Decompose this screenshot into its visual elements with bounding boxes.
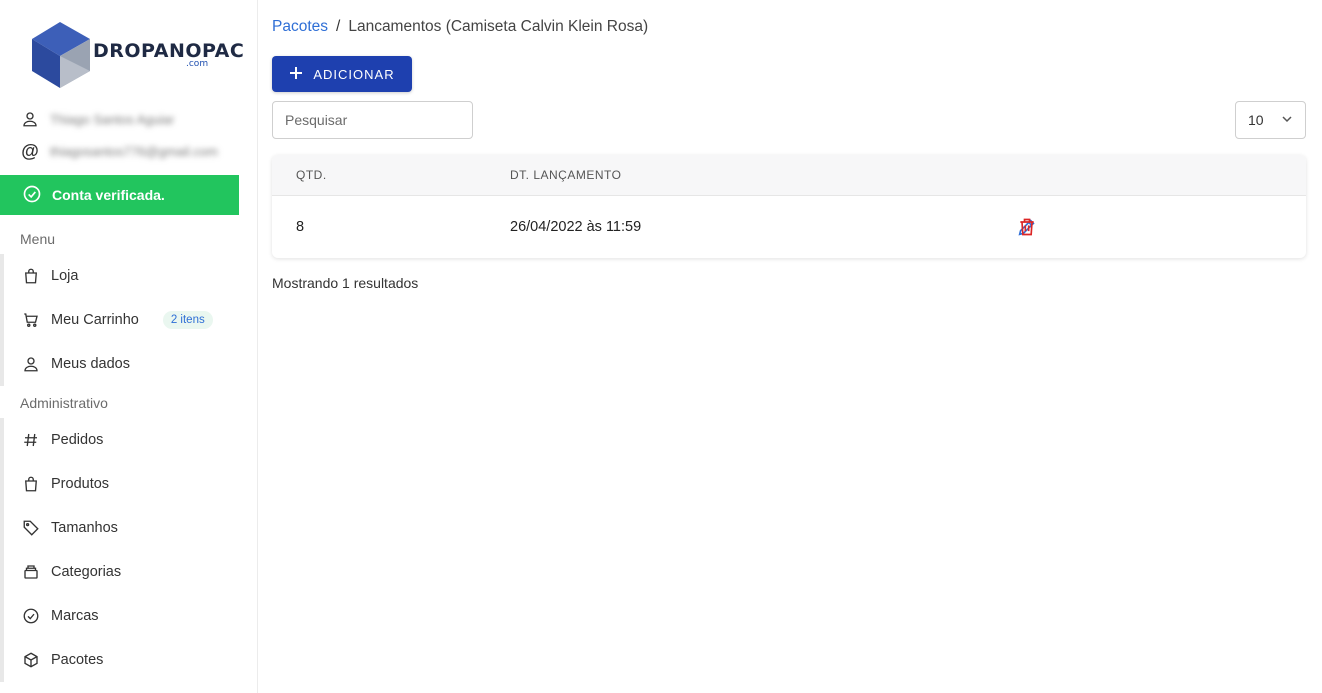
trash-icon: [1020, 218, 1034, 236]
sidebar-item-meus-dados[interactable]: Meus dados: [4, 342, 258, 386]
sidebar-item-label: Marcas: [51, 608, 99, 624]
delete-button[interactable]: [1015, 215, 1039, 239]
logo-subtext: .com: [186, 59, 209, 69]
shopping-bag-icon: [21, 474, 41, 494]
sidebar-item-pedidos[interactable]: Pedidos: [4, 418, 258, 462]
per-page-value: 10: [1248, 112, 1264, 128]
user-email-line: @ thiagosantos776@gmail.com: [20, 140, 245, 162]
archive-icon: [21, 562, 41, 582]
launches-table: QTD. DT. LANÇAMENTO 8 26/04/2022 às 11:5…: [272, 155, 1306, 258]
sidebar-item-label: Pacotes: [51, 652, 104, 668]
table-header: QTD. DT. LANÇAMENTO: [272, 155, 1306, 196]
user-icon: [21, 354, 41, 374]
sidebar-item-label: Meus dados: [51, 356, 130, 372]
user-email: thiagosantos776@gmail.com: [50, 143, 218, 159]
sidebar-item-label: Tamanhos: [51, 520, 118, 536]
admin-section-title: Administrativo: [20, 395, 108, 411]
check-badge-icon: [21, 606, 41, 626]
breadcrumb-link-pacotes[interactable]: Pacotes: [272, 18, 328, 36]
sidebar-item-label: Produtos: [51, 476, 110, 492]
at-icon: @: [21, 141, 39, 161]
add-button-label: ADICIONAR: [313, 66, 395, 82]
cart-icon: [21, 310, 41, 330]
column-header-qtd: QTD.: [296, 168, 327, 182]
main-content: Pacotes / Lancamentos (Camiseta Calvin K…: [258, 0, 1322, 693]
check-circle-icon: [22, 184, 42, 207]
sidebar-item-label: Loja: [51, 268, 79, 284]
cell-date: 26/04/2022 às 11:59: [510, 219, 642, 235]
shopping-bag-icon: [21, 266, 41, 286]
breadcrumb-separator: /: [336, 18, 341, 35]
user-icon: [20, 109, 40, 129]
sidebar-item-categorias[interactable]: Categorias: [4, 550, 258, 594]
cell-qtd: 8: [296, 219, 305, 235]
sidebar-item-label: Meu Carrinho: [51, 312, 139, 328]
menu-nav: Loja Meu Carrinho 2 itens Meus dados: [0, 254, 258, 386]
sidebar-item-produtos[interactable]: Produtos: [4, 462, 258, 506]
table-row: 8 26/04/2022 às 11:59: [272, 196, 1306, 258]
sidebar-item-loja[interactable]: Loja: [4, 254, 258, 298]
search-input[interactable]: [272, 101, 473, 139]
sidebar-item-pacotes[interactable]: Pacotes: [4, 638, 258, 682]
verified-label: Conta verificada.: [52, 187, 165, 203]
chevron-down-icon: [1281, 112, 1293, 128]
breadcrumb-current: Lancamentos (Camiseta Calvin Klein Rosa): [348, 18, 649, 35]
admin-nav: Pedidos Produtos Tamanhos Categorias Mar…: [0, 418, 258, 682]
verified-banner: Conta verificada.: [0, 175, 239, 215]
sidebar-item-marcas[interactable]: Marcas: [4, 594, 258, 638]
add-button[interactable]: ADICIONAR: [272, 56, 412, 92]
column-header-date: DT. LANÇAMENTO: [510, 168, 622, 182]
logo-cube-icon: [32, 22, 90, 88]
menu-section-title: Menu: [20, 231, 56, 247]
user-name: Thiago Santos Aguiar: [50, 111, 175, 127]
sidebar-item-label: Categorias: [51, 564, 122, 580]
logo[interactable]: DROPANOPAC .com: [32, 22, 244, 88]
user-name-line: Thiago Santos Aguiar: [20, 108, 245, 130]
tag-icon: [21, 518, 41, 538]
sidebar-item-tamanhos[interactable]: Tamanhos: [4, 506, 258, 550]
sidebar: DROPANOPAC .com Thiago Santos Aguiar @ t…: [0, 0, 258, 693]
hash-icon: [21, 430, 41, 450]
plus-icon: [289, 66, 303, 83]
app: DROPANOPAC .com Thiago Santos Aguiar @ t…: [0, 0, 1322, 693]
breadcrumb: Pacotes / Lancamentos (Camiseta Calvin K…: [272, 18, 648, 36]
cart-count-badge: 2 itens: [162, 311, 213, 329]
results-count: Mostrando 1 resultados: [272, 275, 419, 291]
sidebar-item-carrinho[interactable]: Meu Carrinho 2 itens: [4, 298, 258, 342]
box-icon: [21, 650, 41, 670]
sidebar-item-label: Pedidos: [51, 432, 104, 448]
logo-text: DROPANOPAC: [93, 40, 245, 62]
per-page-select[interactable]: 10: [1235, 101, 1306, 139]
